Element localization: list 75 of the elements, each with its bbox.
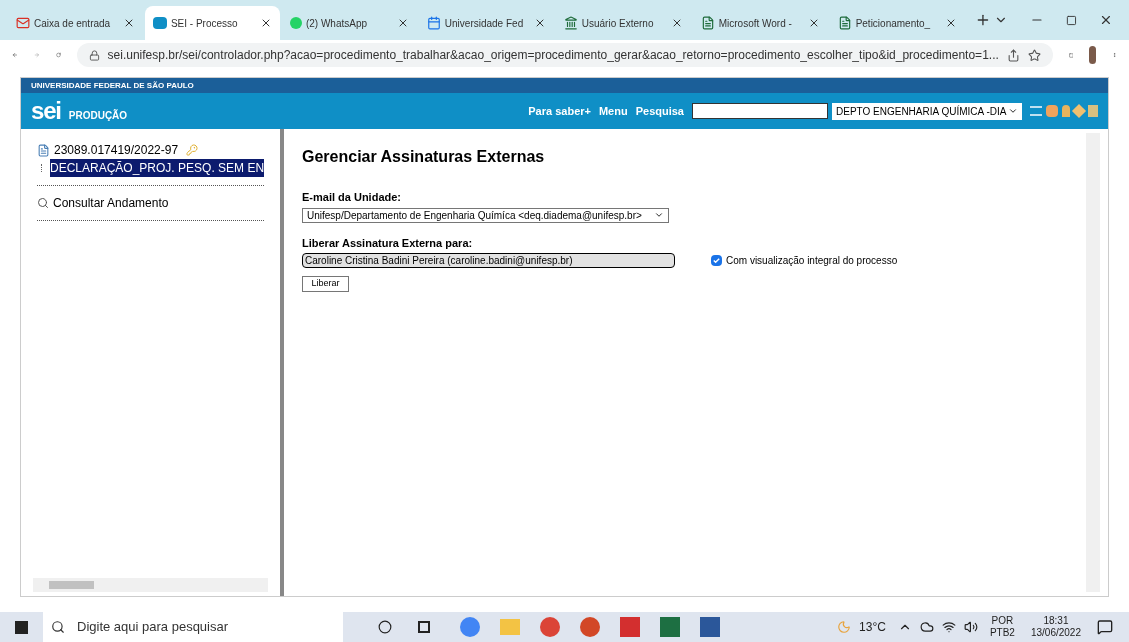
nav-link[interactable]: Pesquisa (635, 102, 684, 120)
clock-date[interactable]: 13/06/2022 (1030, 627, 1081, 640)
browser-app-icon[interactable] (540, 617, 560, 637)
search-icon (37, 197, 49, 209)
sei-logo: sei (31, 99, 61, 123)
check-icon (712, 256, 721, 265)
temperature: 13°C (859, 619, 886, 636)
org-name: UNIVERSIDADE FEDERAL DE SÃO PAULO (31, 79, 194, 92)
tab-title: SEI - Processo (170, 16, 239, 31)
lock-icon (88, 49, 100, 61)
browser-tab[interactable]: Peticionamento_ (829, 6, 965, 40)
browser-tab[interactable]: Microsoft Word - (692, 6, 828, 40)
page-title: Gerenciar Assinaturas Externas (302, 147, 546, 167)
task-view-icon[interactable] (418, 621, 430, 633)
cloud-icon[interactable] (919, 620, 934, 634)
restore-icon[interactable] (1066, 14, 1078, 26)
tab-title: Universidade Fed (444, 16, 525, 31)
search-icon (51, 620, 65, 634)
checkbox[interactable] (711, 255, 722, 266)
document-icon (700, 16, 715, 30)
building-icon (563, 16, 578, 30)
calendar-icon (426, 16, 441, 30)
clock-time[interactable]: 18:31 (1043, 614, 1069, 627)
list-icon[interactable] (1030, 106, 1042, 116)
browser-tab[interactable]: SEI - Processo (144, 6, 280, 40)
chevron-icon (654, 210, 664, 220)
environment-label: PRODUÇÃO (68, 108, 128, 123)
cortana-icon[interactable] (378, 620, 392, 634)
checkbox-label: Com visualização integral do processo (726, 254, 898, 268)
language-label[interactable]: POR (991, 614, 1014, 627)
mail-icon (16, 16, 30, 30)
taskbar-search-field[interactable]: Digite aqui para pesquisar (43, 612, 343, 642)
profile-avatar[interactable] (1089, 46, 1096, 64)
weather-icon (837, 620, 852, 634)
horizontal-scrollbar[interactable] (33, 578, 268, 592)
recipient-field[interactable]: Caroline Cristina Badini Pereira (caroline.badini@unifesp.br) (302, 253, 675, 268)
process-link[interactable]: 23089.017419/2022-97 (54, 141, 179, 159)
history-link[interactable]: Consultar Andamento (53, 194, 169, 212)
chevron-icon (1008, 106, 1018, 116)
close-icon[interactable] (1099, 13, 1113, 27)
presentation-app-icon[interactable] (580, 617, 600, 637)
field-label: E-mail da Unidade: (302, 190, 403, 205)
tab-title: Caixa de entrada (34, 16, 112, 31)
liberar-button[interactable]: Liberar (302, 276, 349, 292)
tab-title: Peticionamento_ (855, 16, 932, 31)
search-field[interactable] (692, 103, 828, 119)
address-bar[interactable]: sei.unifesp.br/sei/controlador.php?acao=procedimento_trabalhar&acao_origem=procedimento_gerar&acao_retorno=procedimento_escolher_tipo&id_procedimento=1... (76, 43, 1053, 67)
browser-tab[interactable]: Caixa de entrada (8, 6, 143, 40)
search-placeholder: Digite aqui para pesquisar (77, 618, 229, 637)
share-icon[interactable] (1006, 48, 1020, 62)
nav-link[interactable]: Para saber+ (528, 102, 591, 120)
field-label: Liberar Assinatura Externa para: (302, 235, 474, 251)
email-select[interactable]: Unifesp/Departamento de Engenharia Químíca <deq.diadema@unifesp.br> (302, 207, 669, 223)
document-icon (837, 16, 852, 30)
nav-link[interactable]: Menu (598, 102, 628, 120)
windows-start-icon[interactable] (15, 620, 28, 634)
bookmark-icon[interactable] (1027, 48, 1041, 62)
keyboard-layout-label[interactable]: PTB2 (989, 627, 1015, 640)
process-icon (37, 143, 50, 157)
browser-tab[interactable]: Usuário Externo (555, 6, 691, 40)
key-icon (186, 144, 199, 156)
unit-select[interactable]: DEPTO ENGENHARIA QUÍMICA -DIA (832, 102, 1022, 120)
browser-tab[interactable]: (2) WhatsApp (281, 6, 417, 40)
logo-icon (152, 17, 167, 29)
volume-icon[interactable] (963, 620, 978, 634)
tab-title: Microsoft Word - (718, 16, 793, 31)
browser-tab[interactable]: Universidade Fed (418, 6, 554, 40)
document-link[interactable]: DECLARAÇÃO_PROJ. PESQ. SEM EN (50, 159, 265, 177)
notification-icon[interactable] (1097, 619, 1113, 635)
wifi-icon[interactable] (941, 620, 956, 634)
chat-icon (289, 17, 302, 29)
url-text: sei.unifesp.br/sei/controlador.php?acao=procedimento_trabalhar&acao_origem=procedimento_gerar&acao_retorno=procedimento_escolher_tipo&id_procedimento=1... (107, 47, 999, 64)
browser-app-icon[interactable] (460, 617, 480, 637)
tab-title: (2) WhatsApp (305, 16, 368, 31)
tab-title: Usuário Externo (581, 16, 655, 31)
